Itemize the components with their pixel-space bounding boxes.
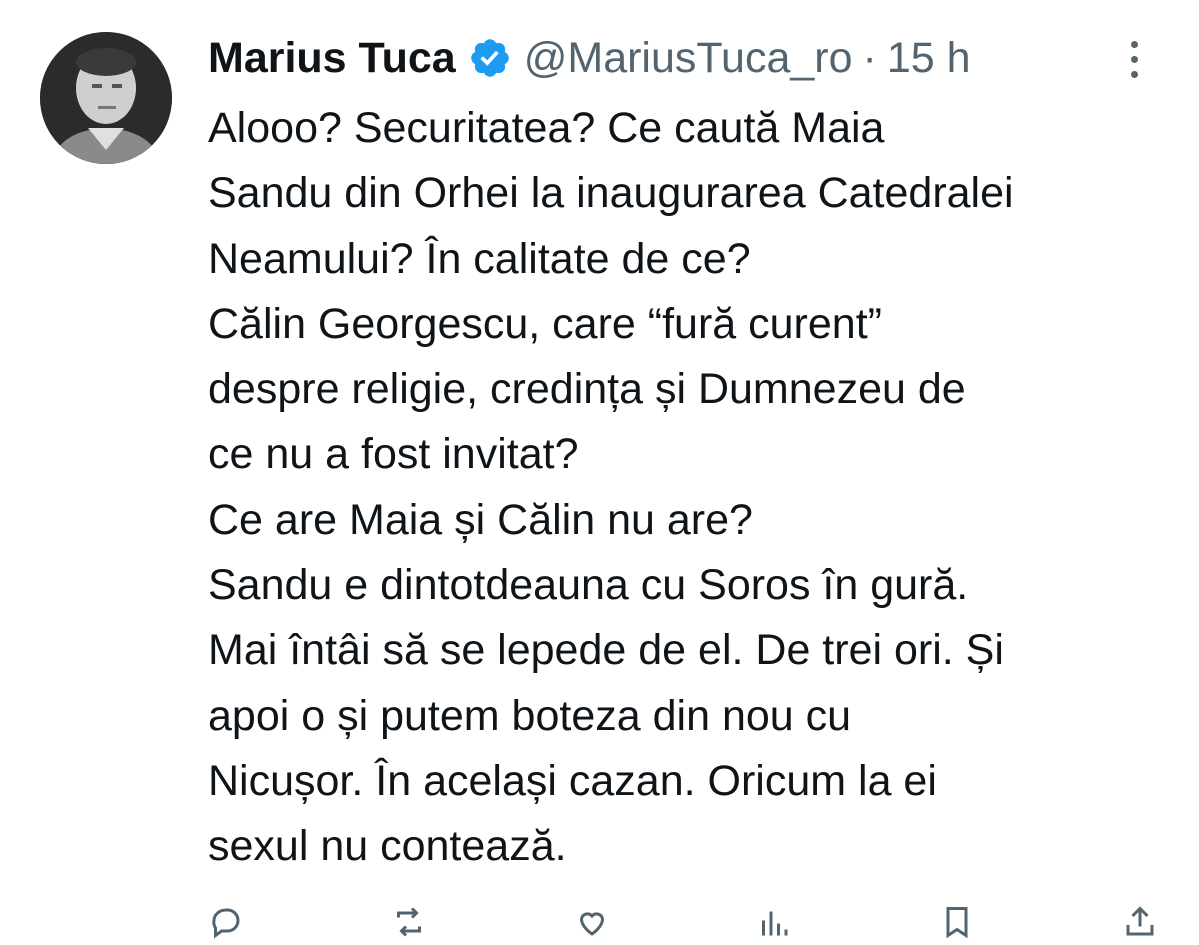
tweet-text-line: Neamului? În calitate de ce? [208,234,751,283]
tweet-text-line: Călin Georgescu, care “fură curent” [208,299,882,348]
retweet-icon[interactable] [391,904,427,940]
tweet-text-line: apoi o și putem boteza din nou cu [208,691,852,740]
views-icon[interactable] [756,904,792,940]
tweet-header: Marius Tuca @MariusTuca_ro · 15 h [208,30,971,86]
heart-icon[interactable] [574,904,610,940]
tweet-text-line: Alooo? Securitatea? Ce caută Maia [208,104,885,152]
share-icon[interactable] [1122,904,1158,940]
more-dot [1130,40,1138,48]
avatar[interactable] [40,32,172,164]
timestamp[interactable]: 15 h [887,34,971,83]
tweet-actions [208,904,1158,944]
tweet-text-line: Sandu din Orhei la inaugurarea Catedrale… [208,169,1014,218]
reply-icon[interactable] [208,904,244,940]
more-dot [1130,55,1138,63]
tweet-text-line: ce nu a fost invitat? [208,430,579,479]
tweet-text: Alooo? Securitatea? Ce caută Maia Sandu … [208,96,1168,880]
more-dot [1130,70,1138,78]
more-options-button[interactable] [1112,34,1156,84]
display-name[interactable]: Marius Tuca [208,34,456,83]
separator-dot: · [862,33,877,82]
tweet-text-line: Nicușor. În același cazan. Oricum la ei [208,756,937,805]
tweet-text-line: Sandu e dintotdeauna cu Soros în gură. [208,561,969,610]
tweet: Marius Tuca @MariusTuca_ro · 15 h Alooo?… [0,0,1199,939]
tweet-text-line: Ce are Maia și Călin nu are? [208,495,753,544]
author-handle[interactable]: @MariusTuca_ro [524,34,853,83]
bookmark-icon[interactable] [939,904,975,940]
verified-badge-icon [468,36,512,80]
tweet-text-line: Mai întâi să se lepede de el. De trei or… [208,626,1004,675]
tweet-text-line: sexul nu contează. [208,822,567,871]
avatar-photo [40,32,172,164]
tweet-text-line: despre religie, credința și Dumnezeu de [208,365,966,414]
